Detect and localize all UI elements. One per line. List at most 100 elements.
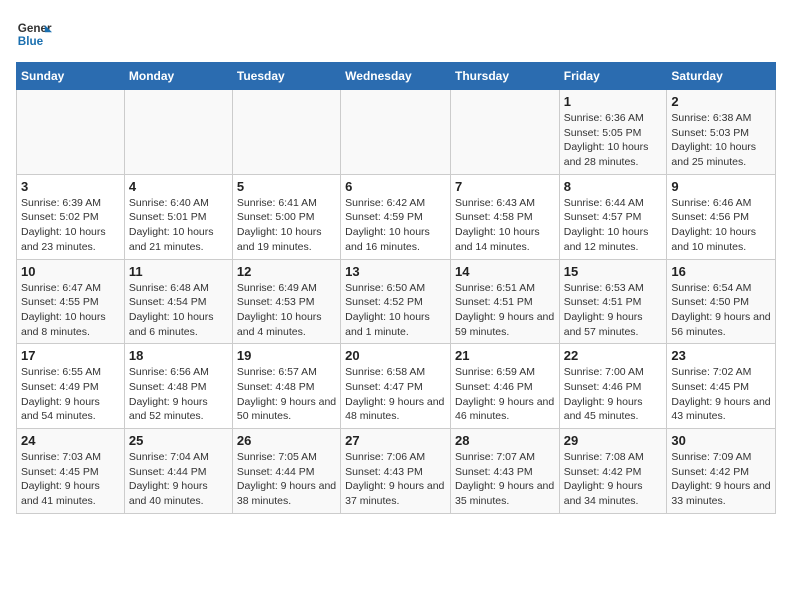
calendar-cell	[450, 90, 559, 175]
day-number: 5	[237, 179, 336, 194]
day-number: 20	[345, 348, 446, 363]
day-number: 18	[129, 348, 228, 363]
calendar-week-4: 17Sunrise: 6:55 AM Sunset: 4:49 PM Dayli…	[17, 344, 776, 429]
day-info: Sunrise: 6:47 AM Sunset: 4:55 PM Dayligh…	[21, 281, 120, 340]
day-info: Sunrise: 6:56 AM Sunset: 4:48 PM Dayligh…	[129, 365, 228, 424]
calendar-cell: 19 Sunrise: 6:57 AM Sunset: 4:48 PM Dayli…	[232, 344, 340, 429]
day-number: 29	[564, 433, 663, 448]
calendar-cell: 27 Sunrise: 7:06 AM Sunset: 4:43 PM Dayli…	[341, 429, 451, 514]
calendar-week-5: 24 Sunrise: 7:03 AM Sunset: 4:45 PM Dayli…	[17, 429, 776, 514]
calendar-cell: 23 Sunrise: 7:02 AM Sunset: 4:45 PM Dayli…	[667, 344, 776, 429]
calendar-cell: 22 Sunrise: 7:00 AM Sunset: 4:46 PM Dayli…	[559, 344, 667, 429]
svg-text:Blue: Blue	[18, 35, 44, 48]
calendar-cell: 17Sunrise: 6:55 AM Sunset: 4:49 PM Dayli…	[17, 344, 125, 429]
weekday-header-saturday: Saturday	[667, 63, 776, 90]
calendar-cell: 5Sunrise: 6:41 AM Sunset: 5:00 PM Daylig…	[232, 174, 340, 259]
day-number: 24	[21, 433, 120, 448]
calendar-cell: 29 Sunrise: 7:08 AM Sunset: 4:42 PM Dayli…	[559, 429, 667, 514]
calendar-cell: 20Sunrise: 6:58 AM Sunset: 4:47 PM Dayli…	[341, 344, 451, 429]
day-number: 2	[671, 94, 771, 109]
calendar-cell: 28 Sunrise: 7:07 AM Sunset: 4:43 PM Dayli…	[450, 429, 559, 514]
logo-icon: General Blue	[16, 16, 52, 52]
day-number: 8	[564, 179, 663, 194]
day-number: 14	[455, 264, 555, 279]
day-info: Sunrise: 7:06 AM Sunset: 4:43 PM Dayligh…	[345, 450, 446, 509]
day-info: Sunrise: 6:50 AM Sunset: 4:52 PM Dayligh…	[345, 281, 446, 340]
calendar-cell: 24 Sunrise: 7:03 AM Sunset: 4:45 PM Dayli…	[17, 429, 125, 514]
calendar-cell: 10Sunrise: 6:47 AM Sunset: 4:55 PM Dayli…	[17, 259, 125, 344]
calendar-cell: 8 Sunrise: 6:44 AM Sunset: 4:57 PM Daylig…	[559, 174, 667, 259]
day-info: Sunrise: 6:57 AM Sunset: 4:48 PM Dayligh…	[237, 365, 336, 424]
day-info: Sunrise: 6:48 AM Sunset: 4:54 PM Dayligh…	[129, 281, 228, 340]
day-number: 6	[345, 179, 446, 194]
day-info: Sunrise: 6:46 AM Sunset: 4:56 PM Dayligh…	[671, 196, 771, 255]
calendar-cell	[341, 90, 451, 175]
calendar-cell: 13 Sunrise: 6:50 AM Sunset: 4:52 PM Dayli…	[341, 259, 451, 344]
weekday-header-thursday: Thursday	[450, 63, 559, 90]
day-number: 9	[671, 179, 771, 194]
day-number: 19	[237, 348, 336, 363]
weekday-header-monday: Monday	[124, 63, 232, 90]
day-info: Sunrise: 7:08 AM Sunset: 4:42 PM Dayligh…	[564, 450, 663, 509]
day-info: Sunrise: 6:39 AM Sunset: 5:02 PM Dayligh…	[21, 196, 120, 255]
calendar-cell: 16 Sunrise: 6:54 AM Sunset: 4:50 PM Dayli…	[667, 259, 776, 344]
calendar-body: 1 Sunrise: 6:36 AM Sunset: 5:05 PM Daylig…	[17, 90, 776, 514]
page-header: General Blue	[16, 16, 776, 52]
day-number: 11	[129, 264, 228, 279]
day-number: 23	[671, 348, 771, 363]
logo: General Blue	[16, 16, 52, 52]
day-info: Sunrise: 6:55 AM Sunset: 4:49 PM Dayligh…	[21, 365, 120, 424]
day-info: Sunrise: 6:53 AM Sunset: 4:51 PM Dayligh…	[564, 281, 663, 340]
calendar-cell: 25Sunrise: 7:04 AM Sunset: 4:44 PM Dayli…	[124, 429, 232, 514]
calendar-cell: 9 Sunrise: 6:46 AM Sunset: 4:56 PM Daylig…	[667, 174, 776, 259]
day-info: Sunrise: 7:00 AM Sunset: 4:46 PM Dayligh…	[564, 365, 663, 424]
day-info: Sunrise: 6:36 AM Sunset: 5:05 PM Dayligh…	[564, 111, 663, 170]
weekday-header-sunday: Sunday	[17, 63, 125, 90]
day-number: 28	[455, 433, 555, 448]
calendar-cell: 30Sunrise: 7:09 AM Sunset: 4:42 PM Dayli…	[667, 429, 776, 514]
day-number: 30	[671, 433, 771, 448]
day-number: 21	[455, 348, 555, 363]
day-number: 4	[129, 179, 228, 194]
day-number: 13	[345, 264, 446, 279]
day-info: Sunrise: 6:59 AM Sunset: 4:46 PM Dayligh…	[455, 365, 555, 424]
calendar-cell	[124, 90, 232, 175]
calendar-cell: 7 Sunrise: 6:43 AM Sunset: 4:58 PM Daylig…	[450, 174, 559, 259]
day-number: 16	[671, 264, 771, 279]
day-info: Sunrise: 6:44 AM Sunset: 4:57 PM Dayligh…	[564, 196, 663, 255]
day-info: Sunrise: 7:05 AM Sunset: 4:44 PM Dayligh…	[237, 450, 336, 509]
day-info: Sunrise: 7:07 AM Sunset: 4:43 PM Dayligh…	[455, 450, 555, 509]
day-info: Sunrise: 6:54 AM Sunset: 4:50 PM Dayligh…	[671, 281, 771, 340]
day-number: 22	[564, 348, 663, 363]
weekday-header-friday: Friday	[559, 63, 667, 90]
day-info: Sunrise: 7:03 AM Sunset: 4:45 PM Dayligh…	[21, 450, 120, 509]
calendar-header-row: SundayMondayTuesdayWednesdayThursdayFrid…	[17, 63, 776, 90]
day-number: 27	[345, 433, 446, 448]
calendar-cell: 2Sunrise: 6:38 AM Sunset: 5:03 PM Daylig…	[667, 90, 776, 175]
calendar-cell: 4Sunrise: 6:40 AM Sunset: 5:01 PM Daylig…	[124, 174, 232, 259]
calendar-cell: 12Sunrise: 6:49 AM Sunset: 4:53 PM Dayli…	[232, 259, 340, 344]
weekday-header-wednesday: Wednesday	[341, 63, 451, 90]
day-info: Sunrise: 6:43 AM Sunset: 4:58 PM Dayligh…	[455, 196, 555, 255]
day-number: 25	[129, 433, 228, 448]
calendar-cell: 3 Sunrise: 6:39 AM Sunset: 5:02 PM Daylig…	[17, 174, 125, 259]
day-info: Sunrise: 6:51 AM Sunset: 4:51 PM Dayligh…	[455, 281, 555, 340]
day-number: 1	[564, 94, 663, 109]
calendar-table: SundayMondayTuesdayWednesdayThursdayFrid…	[16, 62, 776, 514]
day-number: 3	[21, 179, 120, 194]
day-number: 26	[237, 433, 336, 448]
day-number: 15	[564, 264, 663, 279]
weekday-header-tuesday: Tuesday	[232, 63, 340, 90]
calendar-week-2: 3 Sunrise: 6:39 AM Sunset: 5:02 PM Daylig…	[17, 174, 776, 259]
calendar-week-3: 10Sunrise: 6:47 AM Sunset: 4:55 PM Dayli…	[17, 259, 776, 344]
day-number: 7	[455, 179, 555, 194]
calendar-week-1: 1 Sunrise: 6:36 AM Sunset: 5:05 PM Daylig…	[17, 90, 776, 175]
day-info: Sunrise: 7:02 AM Sunset: 4:45 PM Dayligh…	[671, 365, 771, 424]
day-number: 12	[237, 264, 336, 279]
calendar-cell	[232, 90, 340, 175]
calendar-cell	[17, 90, 125, 175]
calendar-cell: 11 Sunrise: 6:48 AM Sunset: 4:54 PM Dayli…	[124, 259, 232, 344]
calendar-cell: 18 Sunrise: 6:56 AM Sunset: 4:48 PM Dayli…	[124, 344, 232, 429]
day-info: Sunrise: 6:42 AM Sunset: 4:59 PM Dayligh…	[345, 196, 446, 255]
calendar-cell: 15 Sunrise: 6:53 AM Sunset: 4:51 PM Dayli…	[559, 259, 667, 344]
